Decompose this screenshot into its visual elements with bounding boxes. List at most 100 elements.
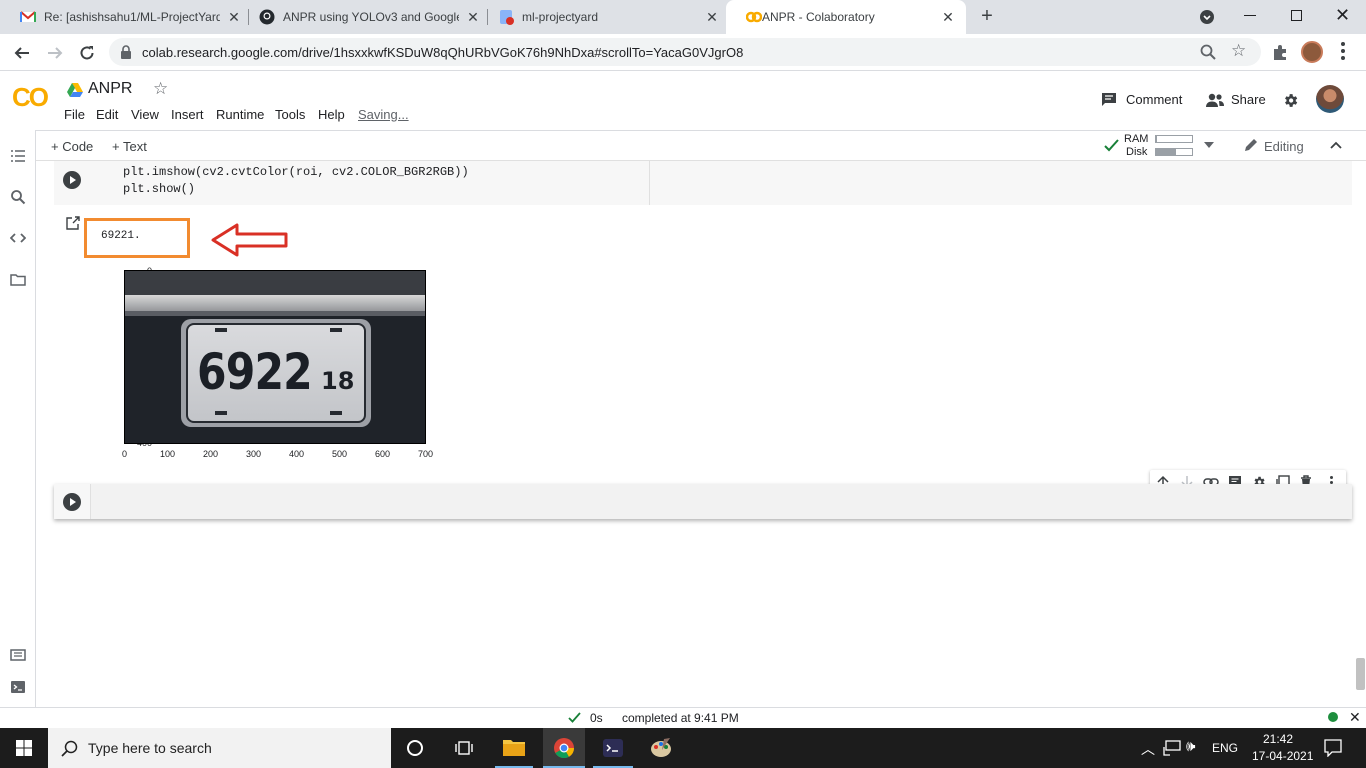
taskbar-app-chrome[interactable] [543,728,585,768]
tab-github[interactable]: ANPR using YOLOv3 and Google ✕ [239,0,487,34]
plate-suffix-text: 18 [321,367,355,395]
tab-gmail[interactable]: Re: [ashishsahu1/ML-ProjectYard] ✕ [0,0,248,34]
share-people-icon [1206,93,1224,107]
pencil-icon [1245,139,1257,151]
windows-start-icon[interactable] [16,740,32,756]
folder-icon [503,740,525,756]
run-cell-button[interactable] [63,493,81,511]
taskbar-app-paint[interactable] [641,728,681,768]
task-view-icon[interactable] [455,739,473,757]
play-icon [70,176,76,184]
user-avatar[interactable] [1316,85,1344,113]
notifications-icon[interactable] [1324,739,1342,757]
browser-menu-icon[interactable] [1341,42,1345,60]
google-drive-icon[interactable] [67,83,83,97]
browser-tab-strip: Re: [ashishsahu1/ML-ProjectYard] ✕ ANPR … [0,0,1366,34]
tab-title: ANPR - Colaboratory [762,10,875,24]
taskbar-app-explorer[interactable] [495,728,533,768]
show-hidden-icons[interactable]: ︿ [1141,739,1155,759]
close-tab-icon[interactable]: ✕ [704,9,720,25]
restore-icon[interactable] [1291,10,1302,21]
code-line: plt.show() [123,182,196,196]
tab-colab[interactable]: ANPR - Colaboratory ✕ [726,0,966,34]
connected-check-icon [1104,139,1119,152]
new-tab-icon[interactable]: + [977,6,997,26]
back-icon[interactable] [13,44,31,62]
tab-title: ANPR using YOLOv3 and Google [283,10,459,24]
tab-sheets[interactable]: ml-projectyard ✕ [478,0,726,34]
connection-status-dot[interactable] [1328,712,1338,722]
taskbar-search-box[interactable]: Type here to search [48,728,391,768]
resources-dropdown-icon[interactable] [1204,142,1214,148]
language-indicator[interactable]: ENG [1212,741,1238,755]
google-sheets-icon [500,10,514,25]
menu-help[interactable]: Help [318,107,345,122]
menu-file[interactable]: File [64,107,85,122]
clock-date[interactable]: 17-04-2021 [1252,749,1313,763]
network-icon[interactable] [1163,740,1181,756]
colab-icon [746,11,762,23]
clock-time[interactable]: 21:42 [1263,732,1293,746]
close-tab-icon[interactable]: ✕ [940,9,956,25]
share-button[interactable]: Share [1231,92,1266,107]
completion-status[interactable]: completed at 9:41 PM [622,711,739,725]
profile-avatar[interactable] [1301,41,1323,63]
settings-gear-icon[interactable] [1282,92,1299,109]
menu-edit[interactable]: Edit [96,107,118,122]
menu-view[interactable]: View [131,107,159,122]
notebook-title[interactable]: ANPR [88,80,132,98]
code-snippets-icon[interactable] [10,230,26,246]
close-status-icon[interactable]: ✕ [1349,709,1361,726]
success-check-icon [568,712,581,723]
minimize-icon[interactable] [1244,15,1256,16]
output-icon[interactable] [66,216,80,230]
add-code-button[interactable]: + Code [51,139,93,154]
chrome-icon [554,738,575,759]
menu-insert[interactable]: Insert [171,107,204,122]
left-sidebar [0,130,36,707]
scrollbar-thumb[interactable] [1356,658,1365,690]
omnibox[interactable]: colab.research.google.com/drive/1hsxxkwf… [109,38,1261,66]
code-cell[interactable]: plt.imshow(cv2.cvtColor(roi, cv2.COLOR_B… [54,161,1352,205]
collapse-header-icon[interactable] [1330,141,1342,149]
forward-icon[interactable] [46,44,64,62]
empty-code-cell[interactable] [54,484,1352,519]
volume-icon[interactable]: 🕪 [1186,738,1195,755]
command-palette-icon[interactable] [10,647,26,663]
code-line: plt.imshow(cv2.cvtColor(roi, cv2.COLOR_B… [123,165,469,179]
gmail-icon [20,11,36,22]
lock-icon[interactable] [120,45,132,59]
colab-logo[interactable]: CO [12,82,49,113]
license-plate-image: 6922 18 [124,270,426,444]
star-icon[interactable]: ☆ [153,79,168,99]
cell-editor[interactable] [90,484,1352,519]
reload-icon[interactable] [78,44,96,62]
comment-button[interactable]: Comment [1126,92,1182,107]
x-tick-label: 0 [122,449,128,459]
bookmark-star-icon[interactable]: ☆ [1231,41,1246,61]
play-icon [70,498,76,506]
disk-usage-bar[interactable] [1155,148,1193,156]
ram-usage-bar[interactable] [1155,135,1193,143]
status-bar: 0s completed at 9:41 PM ✕ [0,707,1366,728]
zoom-icon[interactable] [1200,44,1216,60]
saving-status[interactable]: Saving... [358,107,409,122]
files-folder-icon[interactable] [10,272,26,288]
elapsed-time: 0s [590,711,603,725]
tab-search-icon[interactable] [1199,9,1215,25]
run-cell-button[interactable] [63,171,81,189]
taskbar-app-terminal[interactable] [593,728,633,768]
extensions-icon[interactable] [1271,43,1289,61]
table-of-contents-icon[interactable] [10,148,26,164]
colab-header: CO ANPR ☆ File Edit View Insert Runtime … [0,72,1366,130]
add-text-button[interactable]: + Text [112,139,147,154]
search-icon[interactable] [10,189,26,205]
editing-mode-button[interactable]: Editing [1264,139,1304,154]
cell-divider [649,161,650,205]
cortana-icon[interactable] [407,740,423,756]
menu-runtime[interactable]: Runtime [216,107,264,122]
terminal-icon[interactable] [10,679,26,695]
close-window-icon[interactable]: ✕ [1335,5,1350,26]
menu-tools[interactable]: Tools [275,107,305,122]
output-text: 69221. [101,230,141,242]
